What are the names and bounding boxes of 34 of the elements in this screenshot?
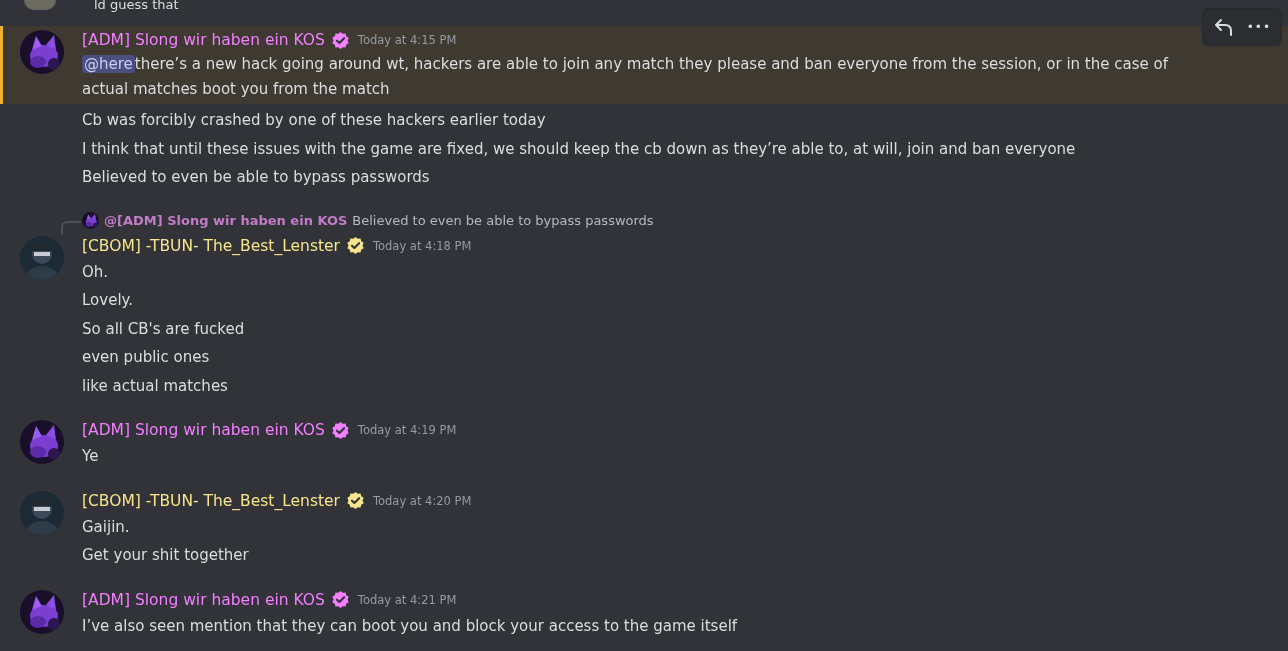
message-text: Oh. (82, 261, 110, 283)
reply-preview: Believed to even be able to bypass passwords (352, 213, 654, 228)
verified-icon (330, 30, 350, 50)
message-text: Lovely. (82, 290, 135, 311)
message-text: like actual matches (82, 375, 229, 397)
mention[interactable]: @here (82, 55, 135, 73)
username[interactable]: [CBOM] -TBUN- The_Best_Lenster (82, 491, 340, 510)
message-text: I’ve also seen mention that they can boot you and block your access to the game itself (82, 615, 739, 637)
message-text: Get your shit together (82, 545, 250, 566)
reply-author[interactable]: @[ADM] Slong wir haben ein KOS (104, 213, 348, 228)
message-text: Believed to even be able to bypass passwords (82, 167, 431, 188)
timestamp: Today at 4:20 PM (372, 493, 472, 508)
message-text: Ye (82, 446, 100, 467)
message-text: Gaijin. (82, 516, 131, 538)
timestamp: Today at 4:21 PM (357, 592, 457, 607)
message-text: So all CB's are fucked (82, 318, 246, 340)
timestamp: Today at 4:18 PM (372, 238, 472, 253)
username[interactable]: [ADM] Slong wir haben ein KOS (82, 421, 325, 439)
username[interactable]: [ADM] Slong wir haben ein KOS (82, 31, 325, 49)
message-text: @herethere’s a new hack going around wt, hackers are able to join any match they please and ban everyone from the session, or in the case of actual matches boot you from the match (82, 54, 1170, 100)
username[interactable]: [CBOM] -TBUN- The_Best_Lenster (82, 236, 340, 255)
more-button[interactable]: ••• (1242, 16, 1275, 38)
timestamp: Today at 4:19 PM (357, 423, 457, 437)
message-text: ld guess that (93, 0, 179, 12)
message-text: even public ones (82, 347, 211, 368)
verified-icon (345, 491, 365, 510)
timestamp: Today at 4:15 PM (357, 33, 457, 47)
reply-connector (61, 220, 81, 235)
verified-icon (345, 236, 365, 255)
verified-icon (330, 420, 350, 440)
username[interactable]: [ADM] Slong wir haben ein KOS (82, 590, 325, 609)
message-text: I think that until these issues with the game are fixed, we should keep the cb down as they’re able to, at will, join and ban everyone (82, 138, 1077, 160)
message-text: Cb was forcibly crashed by one of these hackers earlier today (82, 110, 547, 131)
verified-icon (330, 590, 350, 609)
